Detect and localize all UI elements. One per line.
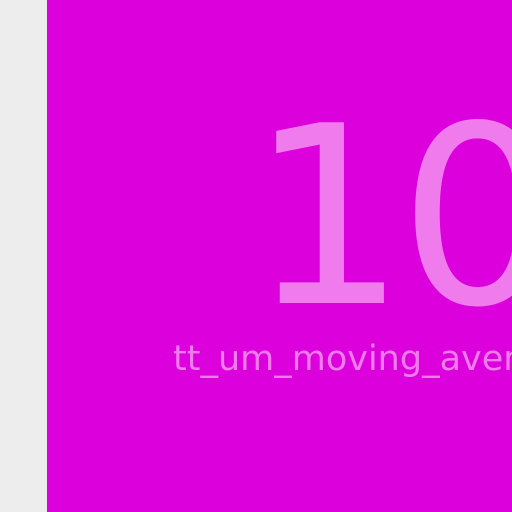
metric-value: 10 (249, 74, 512, 362)
page-canvas: 10 tt_um_moving_aver (0, 0, 512, 512)
metric-label: tt_um_moving_aver (173, 339, 512, 379)
metric-tile: 10 tt_um_moving_aver (47, 0, 512, 512)
